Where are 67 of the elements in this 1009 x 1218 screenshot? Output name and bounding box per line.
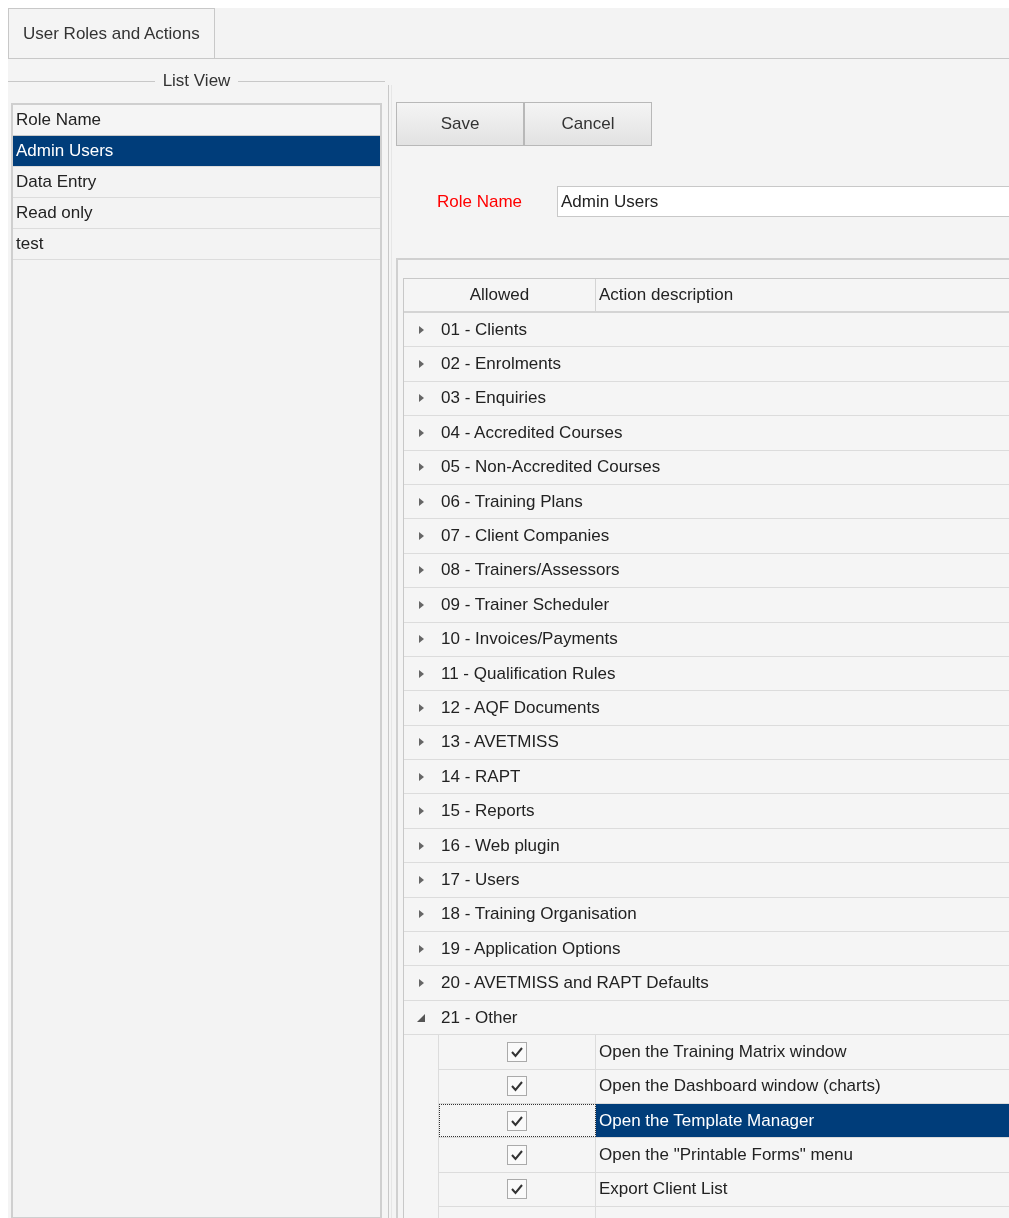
checkbox[interactable] [507,1179,527,1200]
group-label: 10 - Invoices/Payments [441,629,618,650]
group-label: 02 - Enrolments [441,354,561,375]
group-label: 21 - Other [441,1007,518,1028]
check-icon [510,1079,524,1094]
expand-icon[interactable] [416,668,426,679]
table-cell[interactable]: Open the Template Manager [596,1104,1009,1138]
table-cell[interactable]: Export Client List [596,1172,1009,1207]
input-field[interactable]: Admin Users [557,186,1009,217]
group-label: 06 - Training Plans [441,491,583,512]
column-header[interactable]: Action description [596,279,734,311]
expand-icon[interactable] [416,840,426,851]
group-title: List View [162,71,231,91]
group-label: 12 - AQF Documents [441,698,600,718]
list-item[interactable]: Read only [13,198,380,229]
action-button[interactable]: Save [396,102,524,146]
table-cell[interactable]: Open the "Printable Forms" menu [596,1138,1009,1172]
table-cell[interactable]: Open the Dashboard window (charts) [596,1069,1009,1103]
expand-icon[interactable] [416,909,426,920]
check-icon [510,1148,524,1163]
checkbox[interactable] [507,1145,527,1166]
expand-icon[interactable] [416,359,426,370]
checkbox[interactable] [507,1110,527,1131]
group-label: 04 - Accredited Courses [441,422,623,443]
column-header[interactable]: Allowed [404,279,596,311]
group-label: 03 - Enquiries [441,388,546,409]
expand-icon[interactable] [416,771,426,782]
group-label: 07 - Client Companies [441,526,610,547]
check-icon [510,1182,524,1197]
expand-icon[interactable] [416,874,426,885]
expand-icon[interactable] [416,599,426,610]
expand-icon[interactable] [416,737,426,748]
expand-icon[interactable] [416,531,426,542]
expand-icon[interactable] [416,324,426,335]
expand-icon[interactable] [416,806,426,817]
action-button[interactable]: Cancel [524,102,652,146]
group-label: 20 - AVETMISS and RAPT Defaults [441,973,709,994]
list-item[interactable]: Data Entry [13,167,380,198]
group-label: 15 - Reports [441,801,535,822]
checkbox[interactable] [507,1076,527,1097]
expand-icon[interactable] [416,565,426,576]
checkbox[interactable] [507,1041,527,1062]
group-label: 16 - Web plugin [441,835,560,856]
group-label: 11 - Qualification Rules [441,663,616,684]
expand-icon[interactable] [416,393,426,404]
expand-icon[interactable] [416,427,426,438]
list-item[interactable]: test [13,229,380,260]
expand-icon[interactable] [416,462,426,473]
group-label: 19 - Application Options [441,938,621,959]
expand-icon[interactable] [416,496,426,507]
group-label: 05 - Non-Accredited Courses [441,457,661,478]
field-label: Role Name [437,191,524,212]
collapse-icon[interactable] [416,1012,426,1023]
table-cell[interactable]: Open the Training Matrix window [596,1035,1009,1069]
group-label: 13 - AVETMISS [441,732,559,753]
group-label: 08 - Trainers/Assessors [441,560,620,581]
tab[interactable]: User Roles and Actions [8,8,215,58]
expand-icon[interactable] [416,978,426,989]
group-label: 18 - Training Organisation [441,904,637,925]
group-label: 14 - RAPT [441,766,521,787]
group-label: 01 - Clients [441,319,527,340]
group-label: 17 - Users [441,869,520,890]
group-label: 09 - Trainer Scheduler [441,594,610,615]
expand-icon[interactable] [416,943,426,954]
expand-icon[interactable] [416,703,426,713]
list-item[interactable]: Admin Users [13,136,380,167]
expand-icon[interactable] [416,634,426,645]
